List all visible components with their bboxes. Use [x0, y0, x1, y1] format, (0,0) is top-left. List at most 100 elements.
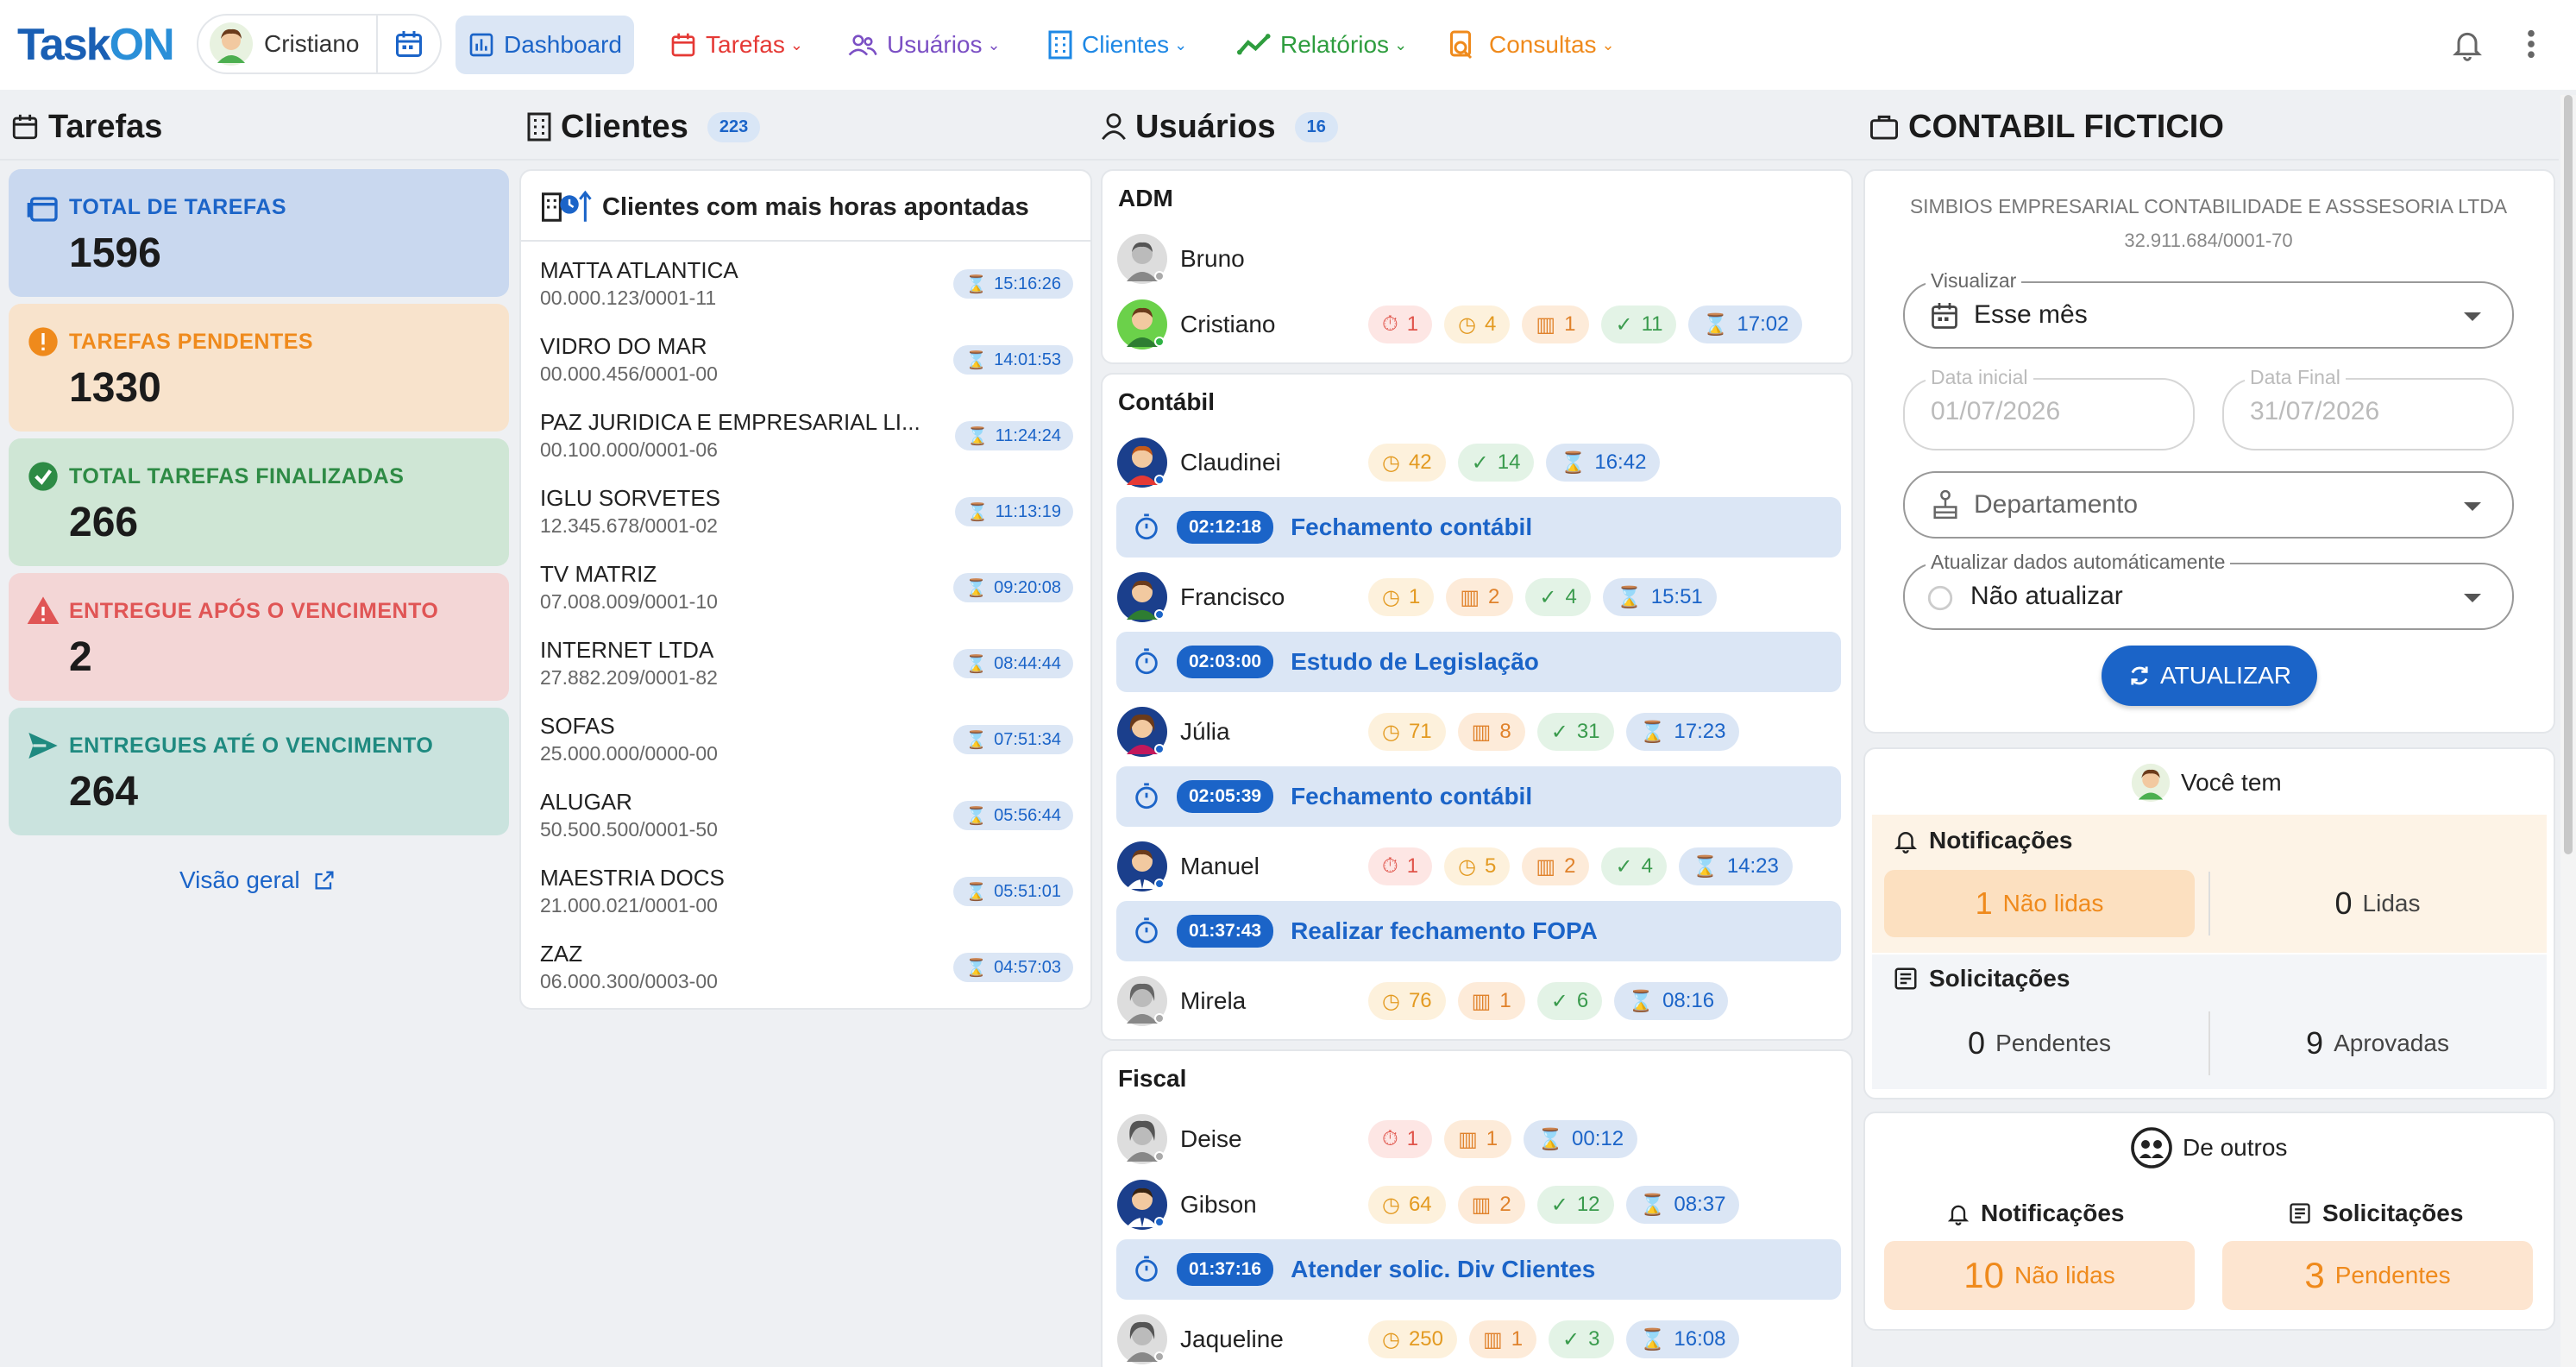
check-circle-icon: ✓ [1550, 720, 1568, 744]
clientes-count-badge: 223 [707, 111, 761, 142]
more-vertical-icon[interactable] [2523, 26, 2540, 62]
stat-tarefas-pendentes[interactable]: TAREFAS PENDENTES 1330 [9, 304, 509, 432]
user-row-claudinei[interactable]: Claudinei ◷ 42 ✓ 14 ⌛ 16:42 [1116, 433, 1850, 490]
cliente-doc: 21.000.021/0001-00 [540, 894, 718, 917]
user-row-gibson[interactable]: Gibson ◷ 64 ▥ 2 ✓ 12 ⌛ 08:37 [1116, 1175, 1850, 1232]
user-row-francisco[interactable]: Francisco ◷ 1 ▥ 2 ✓ 4 ⌛ 15:51 [1116, 568, 1850, 625]
alarm-icon: ⏱ [1382, 854, 1398, 878]
cliente-name: SOFAS [540, 713, 615, 739]
user-row-julia[interactable]: Júlia ◷ 71 ▥ 8 ✓ 31 ⌛ 17:23 [1116, 702, 1850, 759]
taskon-logo[interactable]: Task ON [17, 20, 175, 70]
stat-entregue-apos-vencimento[interactable]: ENTREGUE APÓS O VENCIMENTO 2 [9, 573, 509, 701]
avatar-icon [1117, 1180, 1167, 1230]
badge-paused: ▥ 1 [1469, 1320, 1537, 1358]
outros-nao-lidas-box[interactable]: 10 Não lidas [1884, 1241, 2195, 1310]
user-name: Bruno [1180, 245, 1245, 272]
nav-usuarios[interactable]: Usuários ⌄ [835, 16, 1013, 74]
current-task-francisco[interactable]: 02:03:00 Estudo de Legislação [1116, 632, 1841, 692]
departamento-select[interactable]: Departamento [1903, 471, 2514, 539]
empresa-title: CONTABIL FICTICIO [1908, 108, 2224, 145]
current-task-manuel[interactable]: 01:37:43 Realizar fechamento FOPA [1116, 901, 1841, 961]
badge-paused: ▥ 2 [1457, 1186, 1525, 1224]
cliente-row[interactable]: MATTA ATLANTICA 00.000.123/0001-11 ⌛ 15:16:… [540, 250, 1082, 326]
check-circle-icon: ✓ [1471, 450, 1489, 475]
user-row-jaqueline[interactable]: Jaqueline ◷ 250 ▥ 1 ✓ 3 ⌛ 16:08 [1116, 1310, 1850, 1367]
aprovadas-box[interactable]: 9 Aprovadas [2222, 1010, 2533, 1077]
data-inicial-label: Data inicial [1926, 366, 2033, 389]
voce-tem-title: Você tem [2181, 769, 2282, 796]
hours-value: 11:24:24 [995, 425, 1061, 445]
hourglass-icon: ⌛ [1639, 1327, 1666, 1351]
data-inicial-value: 01/07/2026 [1931, 397, 2061, 425]
aprovadas-label: Aprovadas [2334, 1030, 2449, 1056]
avatar-icon [1117, 234, 1167, 284]
badge-done: ✓ 4 [1601, 847, 1667, 885]
nav-consultas[interactable]: Consultas ⌄ [1434, 16, 1627, 74]
nav-dashboard[interactable]: Dashboard [456, 16, 634, 74]
cliente-row[interactable]: SOFAS 25.000.000/0000-00 ⌛ 07:51:34 [540, 706, 1082, 782]
cliente-row[interactable]: VIDRO DO MAR 00.000.456/0001-00 ⌛ 14:01:53 [540, 326, 1082, 402]
user-row-deise[interactable]: Deise ⏱ 1 ▥ 1 ⌛ 00:12 [1116, 1110, 1850, 1167]
data-inicial-field[interactable]: Data inicial 01/07/2026 [1903, 366, 2195, 450]
bell-icon[interactable] [2450, 26, 2485, 62]
pendentes-box[interactable]: 0 Pendentes [1884, 1010, 2195, 1077]
page-scrollbar[interactable] [2560, 95, 2576, 1367]
hours-badge: ⌛ 14:01:53 [953, 345, 1073, 375]
user-row-manuel[interactable]: Manuel ⏱ 1 ◷ 5 ▥ 2 ✓ 4 ⌛ 14:23 [1116, 837, 1850, 894]
scrollbar-thumb[interactable] [2564, 95, 2573, 854]
nav-tarefas-label: Tarefas [706, 31, 785, 58]
divider [2208, 872, 2210, 935]
hours-value: 05:56:44 [994, 805, 1061, 825]
alarm-icon: ⏱ [1382, 1127, 1398, 1150]
nav-clientes[interactable]: Clientes ⌄ [1035, 16, 1199, 74]
nav-relatorios[interactable]: Relatórios ⌄ [1225, 16, 1419, 74]
user-row-cristiano[interactable]: Cristiano ⏱ 1 ◷ 4 ▥ 1 ✓ 11 ⌛ 17:02 [1116, 295, 1850, 352]
task-timer: 01:37:16 [1177, 1253, 1274, 1286]
stat-tarefas-finalizadas[interactable]: TOTAL TAREFAS FINALIZADAS 266 [9, 438, 509, 566]
outros-pendentes-box[interactable]: 3 Pendentes [2222, 1241, 2533, 1310]
cliente-row[interactable]: ALUGAR 50.500.500/0001-50 ⌛ 05:56:44 [540, 782, 1082, 858]
calendar-button[interactable] [376, 14, 440, 74]
current-task-gibson[interactable]: 01:37:16 Atender solic. Div Clientes [1116, 1239, 1841, 1300]
user-chip[interactable]: Cristiano [197, 14, 442, 74]
warning-circle-icon [28, 327, 58, 356]
timer-icon [1135, 1256, 1158, 1282]
visualizar-select[interactable]: Visualizar Esse mês [1903, 269, 2514, 349]
current-task-julia[interactable]: 02:05:39 Fechamento contábil [1116, 766, 1841, 827]
hours-badge: ⌛ 07:51:34 [953, 725, 1073, 754]
badge-pending: ◷ 71 [1368, 713, 1446, 751]
task-timer: 02:05:39 [1177, 780, 1274, 813]
atualizar-button[interactable]: ATUALIZAR [2102, 646, 2317, 706]
current-task-claudinei[interactable]: 02:12:18 Fechamento contábil [1116, 497, 1841, 558]
user-row-bruno[interactable]: Bruno [1116, 230, 1850, 287]
clock-icon: ◷ [1382, 450, 1400, 475]
stat-total-tarefas[interactable]: TOTAL DE TAREFAS 1596 [9, 169, 509, 297]
nav-tarefas[interactable]: Tarefas ⌄ [657, 16, 815, 74]
stat-entregues-ate-vencimento[interactable]: ENTREGUES ATÉ O VENCIMENTO 264 [9, 708, 509, 835]
stat-value: 1330 [69, 365, 161, 411]
nao-lidas-count: 1 [1975, 885, 1993, 921]
usuarios-header: Usuários 16 [1101, 107, 1338, 147]
clientes-title: Clientes [561, 108, 688, 145]
lidas-box[interactable]: 0 Lidas [2222, 870, 2533, 937]
user-row-mirela[interactable]: Mirela ◷ 76 ▥ 1 ✓ 6 ⌛ 08:16 [1116, 972, 1850, 1029]
badge-hours: ⌛ 08:16 [1614, 982, 1729, 1020]
cliente-row[interactable]: ZAZ 06.000.300/0003-00 ⌛ 04:57:03 [540, 934, 1082, 1010]
hourglass-icon: ⌛ [1702, 312, 1729, 337]
alarm-icon: ⏱ [1382, 312, 1398, 336]
cliente-row[interactable]: INTERNET LTDA 27.882.209/0001-82 ⌛ 08:44:44 [540, 630, 1082, 706]
stat-label: ENTREGUE APÓS O VENCIMENTO [69, 599, 439, 623]
data-final-field[interactable]: Data Final 31/07/2026 [2222, 366, 2514, 450]
cliente-row[interactable]: MAESTRIA DOCS 21.000.021/0001-00 ⌛ 05:51:01 [540, 858, 1082, 934]
cliente-doc: 25.000.000/0000-00 [540, 742, 718, 765]
cliente-row[interactable]: TV MATRIZ 07.008.009/0001-10 ⌛ 09:20:08 [540, 554, 1082, 630]
user-name: Jaqueline [1180, 1326, 1284, 1352]
pendentes-count: 0 [1968, 1025, 1986, 1061]
cliente-row[interactable]: PAZ JURIDICA E EMPRESARIAL LI... 00.100.0… [540, 402, 1082, 478]
atualizar-select[interactable]: Atualizar dados automáticamente Não atua… [1903, 551, 2514, 630]
badge-overdue: ⏱ 1 [1368, 306, 1433, 343]
nao-lidas-box[interactable]: 1 Não lidas [1884, 870, 2195, 937]
badge-done: ✓ 12 [1536, 1186, 1614, 1224]
cliente-row[interactable]: IGLU SORVETES 12.345.678/0001-02 ⌛ 11:13:19 [540, 478, 1082, 554]
visao-geral-link[interactable]: Visão geral [179, 866, 336, 894]
